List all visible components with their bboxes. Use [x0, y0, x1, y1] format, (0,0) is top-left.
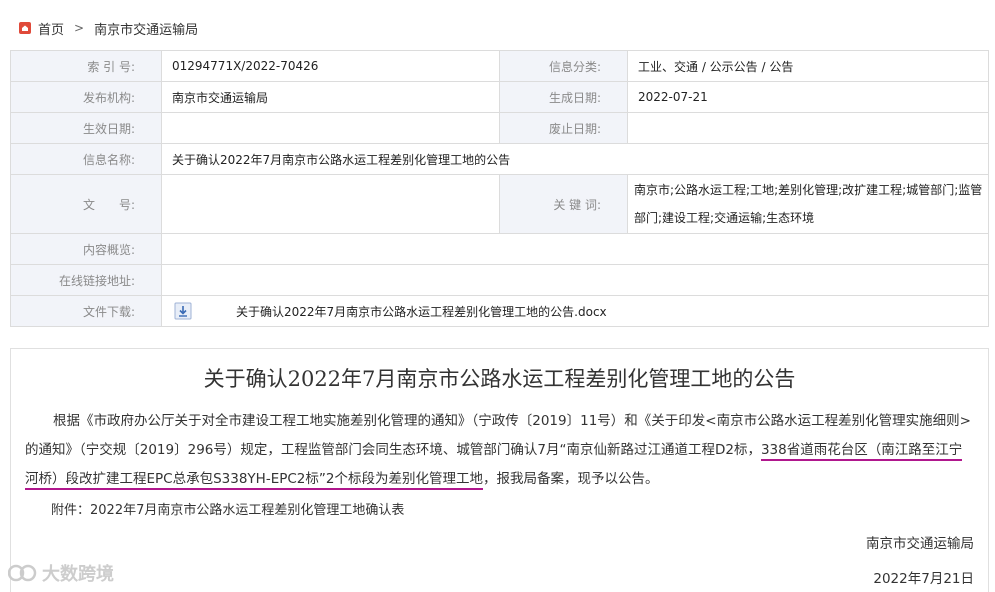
online-link-label: 在线链接地址: — [10, 264, 162, 296]
online-link-value — [161, 264, 989, 296]
download-icon[interactable] — [174, 302, 192, 320]
effective-date-label: 生效日期: — [10, 112, 162, 144]
keywords-label: 关 键 词: — [499, 174, 628, 234]
watermark-logo-icon — [7, 562, 38, 584]
breadcrumb-home-link[interactable]: 首页 — [38, 19, 64, 38]
home-icon[interactable] — [18, 21, 32, 35]
article-body: 根据《市政府办公厅关于对全市建设工程工地实施差别化管理的通知》（宁政传〔2019… — [25, 407, 975, 494]
article-title: 关于确认2022年7月南京市公路水运工程差别化管理工地的公告 — [203, 367, 796, 391]
abolish-date-value — [627, 112, 989, 144]
table-row: 生效日期: 废止日期: — [10, 112, 989, 144]
article-content: 关于确认2022年7月南京市公路水运工程差别化管理工地的公告 根据《市政府办公厅… — [10, 348, 989, 592]
breadcrumb-separator: > — [74, 21, 85, 35]
info-name-label: 信息名称: — [10, 143, 162, 175]
table-row: 信息名称: 关于确认2022年7月南京市公路水运工程差别化管理工地的公告 — [10, 143, 989, 175]
download-label: 文件下载: — [10, 295, 162, 327]
watermark-text: 大数跨境 — [42, 564, 114, 585]
breadcrumb-current-link[interactable]: 南京市交通运输局 — [94, 19, 198, 38]
signature: 南京市交通运输局 — [866, 536, 974, 552]
table-row: 发布机构: 南京市交通运输局 生成日期: 2022-07-21 — [10, 81, 989, 113]
publisher-value: 南京市交通运输局 — [161, 81, 500, 113]
info-metadata-table: 索 引 号: 01294771X/2022-70426 信息分类: 工业、交通 … — [10, 50, 989, 327]
info-name-value: 关于确认2022年7月南京市公路水运工程差别化管理工地的公告 — [161, 143, 989, 175]
category-label: 信息分类: — [499, 50, 628, 82]
breadcrumb: 首页 > 南京市交通运输局 — [18, 14, 198, 42]
effective-date-value — [161, 112, 500, 144]
download-cell: 关于确认2022年7月南京市公路水运工程差别化管理工地的公告.docx — [161, 295, 989, 327]
publisher-label: 发布机构: — [10, 81, 162, 113]
doc-number-value — [161, 174, 500, 234]
table-row: 文件下载: 关于确认2022年7月南京市公路水运工程差别化管理工地的公告.doc… — [10, 295, 989, 327]
attachment-line: 附件：2022年7月南京市公路水运工程差别化管理工地确认表 — [51, 503, 405, 518]
watermark: 大数跨境 — [7, 560, 114, 586]
category-value: 工业、交通 / 公示公告 / 公告 — [627, 50, 989, 82]
download-file-link[interactable]: 关于确认2022年7月南京市公路水运工程差别化管理工地的公告.docx — [236, 303, 607, 320]
table-row: 文 号: 关 键 词: 南京市;公路水运工程;工地;差别化管理;改扩建工程;城管… — [10, 174, 989, 234]
summary-value — [161, 233, 989, 265]
gen-date-label: 生成日期: — [499, 81, 628, 113]
abolish-date-label: 废止日期: — [499, 112, 628, 144]
index-value: 01294771X/2022-70426 — [161, 50, 500, 82]
table-row: 内容概览: — [10, 233, 989, 265]
gen-date-value: 2022-07-21 — [627, 81, 989, 113]
summary-label: 内容概览: — [10, 233, 162, 265]
index-label: 索 引 号: — [10, 50, 162, 82]
keywords-value: 南京市;公路水运工程;工地;差别化管理;改扩建工程;城管部门;监管部门;建设工程… — [627, 174, 989, 234]
doc-number-label: 文 号: — [10, 174, 162, 234]
table-row: 索 引 号: 01294771X/2022-70426 信息分类: 工业、交通 … — [10, 50, 989, 82]
table-row: 在线链接地址: — [10, 264, 989, 296]
issue-date: 2022年7月21日 — [873, 571, 974, 587]
body-text-part2: ，报我局备案，现予以公告。 — [482, 471, 659, 487]
